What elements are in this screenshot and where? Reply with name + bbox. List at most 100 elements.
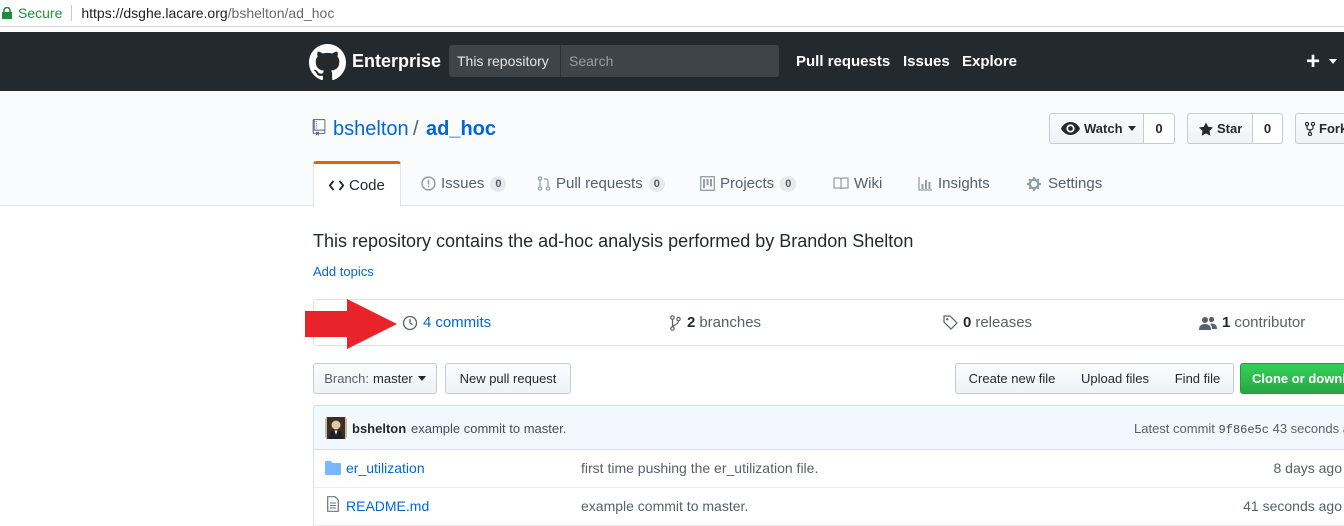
- fork-icon: [1305, 121, 1315, 136]
- tab-projects-label: Projects: [720, 175, 775, 192]
- create-new-button[interactable]: +: [1306, 48, 1320, 76]
- contributors-label: contributor: [1234, 314, 1306, 331]
- url-host[interactable]: https://dsghe.lacare.org: [81, 5, 227, 21]
- code-icon: [329, 180, 344, 191]
- branch-select-button[interactable]: Branch: master: [313, 363, 437, 394]
- add-topics-link[interactable]: Add topics: [313, 264, 374, 279]
- commit-message-link[interactable]: example commit to master.: [411, 421, 566, 436]
- releases-label: releases: [975, 314, 1033, 331]
- commits-link[interactable]: 4 commits: [402, 300, 491, 345]
- tab-settings[interactable]: Settings: [1027, 161, 1102, 206]
- repo-icon: [312, 119, 326, 136]
- site-header: Enterprise This repository Pull requests…: [0, 32, 1344, 91]
- numbers-summary: 4 commits 2 branches 0 releases 1 contri…: [313, 299, 1344, 346]
- url-path[interactable]: /bshelton/ad_hoc: [228, 5, 335, 21]
- search-input[interactable]: [560, 45, 779, 77]
- star-label: Star: [1217, 121, 1243, 136]
- tab-pull-requests[interactable]: Pull requests 0: [537, 161, 665, 206]
- nav-explore[interactable]: Explore: [962, 53, 1017, 70]
- tag-icon: [943, 315, 958, 330]
- clone-download-button[interactable]: Clone or download: [1240, 363, 1344, 394]
- tab-code[interactable]: Code: [313, 161, 401, 207]
- tab-issues-label: Issues: [441, 175, 485, 192]
- address-divider: [71, 5, 73, 21]
- file-commit-message[interactable]: first time pushing the er_utilization fi…: [581, 460, 818, 476]
- file-age: 8 days ago: [1273, 460, 1343, 476]
- repo-owner-link[interactable]: bshelton: [333, 118, 409, 141]
- book-icon: [833, 177, 849, 190]
- tab-projects[interactable]: Projects 0: [700, 161, 797, 206]
- branch-name: master: [373, 371, 413, 386]
- file-row: README.md example commit to master. 41 s…: [313, 488, 1344, 526]
- fork-button[interactable]: Fork: [1295, 113, 1344, 144]
- star-button[interactable]: Star: [1187, 113, 1253, 144]
- branches-link[interactable]: 2 branches: [670, 300, 761, 345]
- folder-icon: [325, 461, 341, 475]
- repo-name-link[interactable]: ad_hoc: [426, 118, 496, 141]
- caret-down-icon: [417, 376, 426, 381]
- nav-issues[interactable]: Issues: [903, 53, 950, 70]
- secure-label: Secure: [18, 5, 63, 21]
- commit-age: 43 seconds ago: [1272, 421, 1344, 436]
- commit-sha-link[interactable]: 9f86e5c: [1219, 423, 1269, 437]
- browser-address-bar[interactable]: Secure https://dsghe.lacare.org /bshelto…: [0, 0, 1344, 27]
- pull-request-icon: [537, 176, 551, 191]
- file-text-icon: [327, 496, 339, 512]
- branches-label: branches: [699, 314, 762, 331]
- tab-insights[interactable]: Insights: [918, 161, 990, 206]
- tab-issues[interactable]: Issues 0: [421, 161, 507, 206]
- releases-link[interactable]: 0 releases: [943, 300, 1032, 345]
- history-icon: [402, 315, 418, 330]
- create-new-file-button[interactable]: Create new file: [955, 363, 1069, 394]
- watch-count[interactable]: 0: [1144, 113, 1175, 144]
- path-divider: /: [413, 118, 419, 140]
- file-row: er_utilization first time pushing the er…: [313, 450, 1344, 488]
- upload-files-button[interactable]: Upload files: [1068, 363, 1163, 394]
- tab-pull-requests-label: Pull requests: [556, 175, 643, 192]
- repo-tabs: Code Issues 0 Pull requests 0 Projects 0…: [0, 161, 1344, 207]
- file-age: 41 seconds ago: [1243, 498, 1342, 514]
- project-icon: [700, 176, 715, 191]
- caret-down-icon: [1329, 59, 1337, 64]
- latest-commit-info: Latest commit 9f86e5c 43 seconds ago: [1134, 421, 1344, 437]
- repo-pagehead: bshelton / ad_hoc Watch 0 Star 0 Fork Co…: [0, 91, 1344, 207]
- branches-count: 2: [687, 314, 696, 331]
- lock-icon: [2, 7, 12, 19]
- tab-wiki[interactable]: Wiki: [833, 161, 882, 206]
- contributors-link[interactable]: 1 contributor: [1199, 300, 1305, 345]
- watch-label: Watch: [1084, 121, 1123, 136]
- commit-author-link[interactable]: bshelton: [352, 421, 406, 436]
- commits-count: 4: [423, 314, 432, 331]
- search-scope-label: This repository: [449, 45, 560, 77]
- commits-label: commits: [435, 314, 492, 331]
- contributors-count: 1: [1222, 314, 1231, 331]
- tab-code-label: Code: [349, 177, 385, 194]
- star-count[interactable]: 0: [1253, 113, 1283, 144]
- latest-commit-label: Latest commit: [1134, 421, 1215, 436]
- file-name-link[interactable]: README.md: [346, 498, 429, 514]
- red-arrow-annotation: [305, 299, 397, 349]
- tab-settings-label: Settings: [1048, 175, 1103, 192]
- caret-down-icon: [1127, 126, 1136, 131]
- file-commit-message[interactable]: example commit to master.: [581, 498, 748, 514]
- find-file-button[interactable]: Find file: [1162, 363, 1234, 394]
- releases-count: 0: [963, 314, 972, 331]
- fork-label: Fork: [1319, 121, 1344, 136]
- graph-icon: [918, 176, 932, 191]
- nav-pull-requests[interactable]: Pull requests: [796, 53, 890, 70]
- avatar[interactable]: [325, 417, 347, 439]
- branch-icon: [670, 314, 681, 331]
- file-name-link[interactable]: er_utilization: [346, 460, 425, 476]
- eye-icon: [1061, 122, 1080, 135]
- enterprise-brand[interactable]: Enterprise: [352, 51, 441, 72]
- gear-icon: [1027, 176, 1041, 191]
- issues-counter: 0: [490, 175, 507, 192]
- tab-wiki-label: Wiki: [854, 175, 883, 192]
- projects-counter: 0: [780, 175, 797, 192]
- issue-icon: [421, 176, 436, 191]
- repo-description: This repository contains the ad-hoc anal…: [313, 231, 914, 251]
- github-octocat-icon[interactable]: [309, 44, 346, 81]
- latest-commit-bar: bshelton example commit to master. Lates…: [313, 405, 1344, 450]
- new-pull-request-button[interactable]: New pull request: [445, 363, 571, 394]
- watch-button[interactable]: Watch: [1049, 113, 1144, 144]
